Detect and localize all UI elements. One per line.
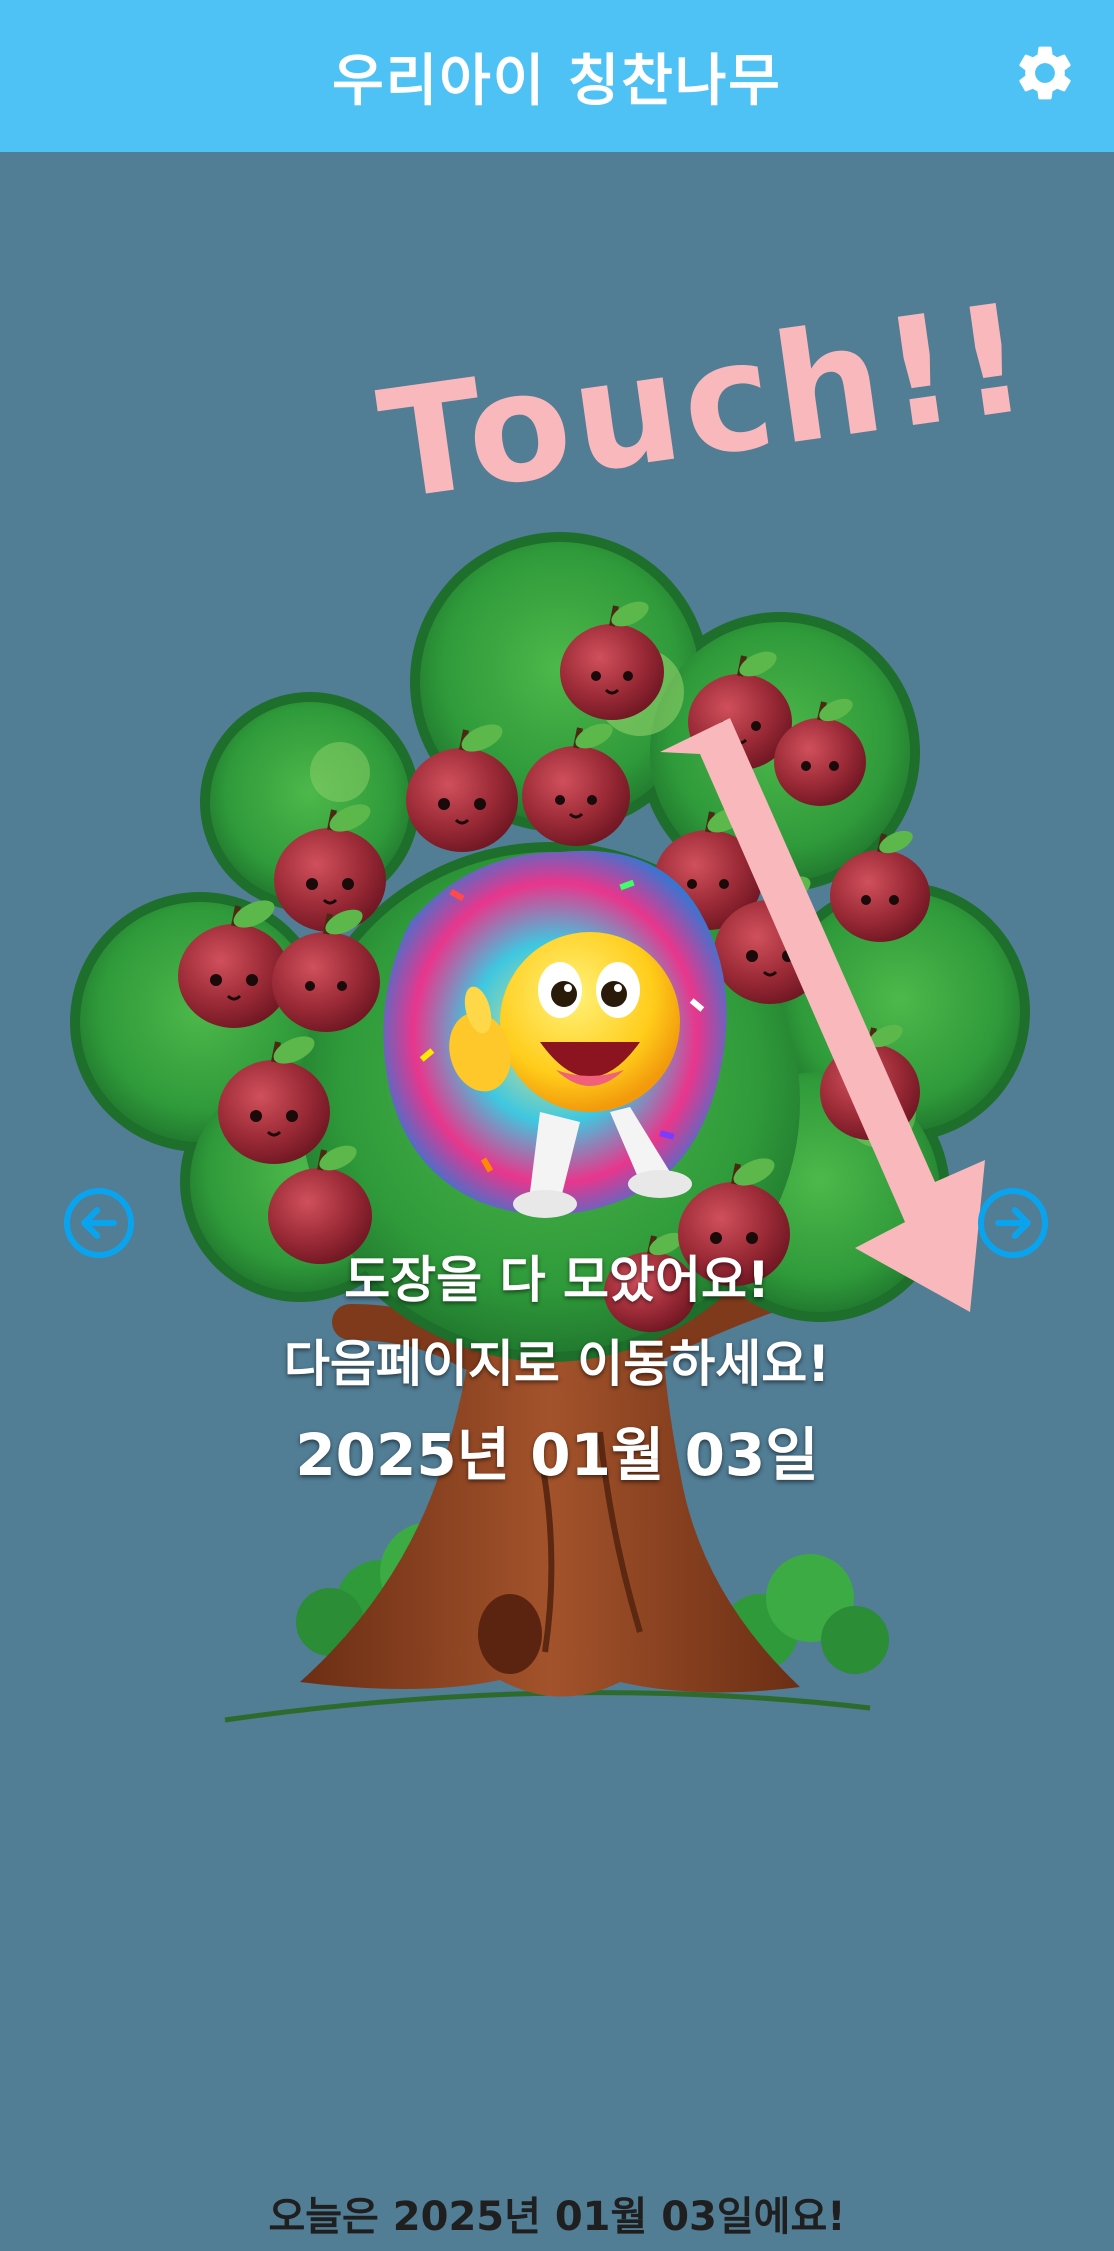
today-date-text: 오늘은 2025년 01월 03일에요! xyxy=(268,2194,846,2240)
ground-line xyxy=(224,1690,871,1723)
gear-icon[interactable] xyxy=(1012,40,1078,106)
app-bar: 우리아이 칭찬나무 xyxy=(0,0,1114,152)
complete-message: 도장을 다 모았어요! xyxy=(344,1251,770,1309)
next-page-instruction: 다음페이지로 이동하세요! xyxy=(283,1335,831,1393)
completion-date: 2025년 01월 03일 xyxy=(295,1421,819,1489)
arrow-right-icon xyxy=(995,1207,1031,1239)
praise-tree-stage[interactable]: Touch!! 도장을 다 모았어요! 다음페이지로 이동하세요! 2025년 … xyxy=(0,152,1114,2251)
app-title: 우리아이 칭찬나무 xyxy=(332,48,782,114)
arrow-left-icon xyxy=(81,1207,117,1239)
party-emoji-sticker xyxy=(383,850,727,1218)
